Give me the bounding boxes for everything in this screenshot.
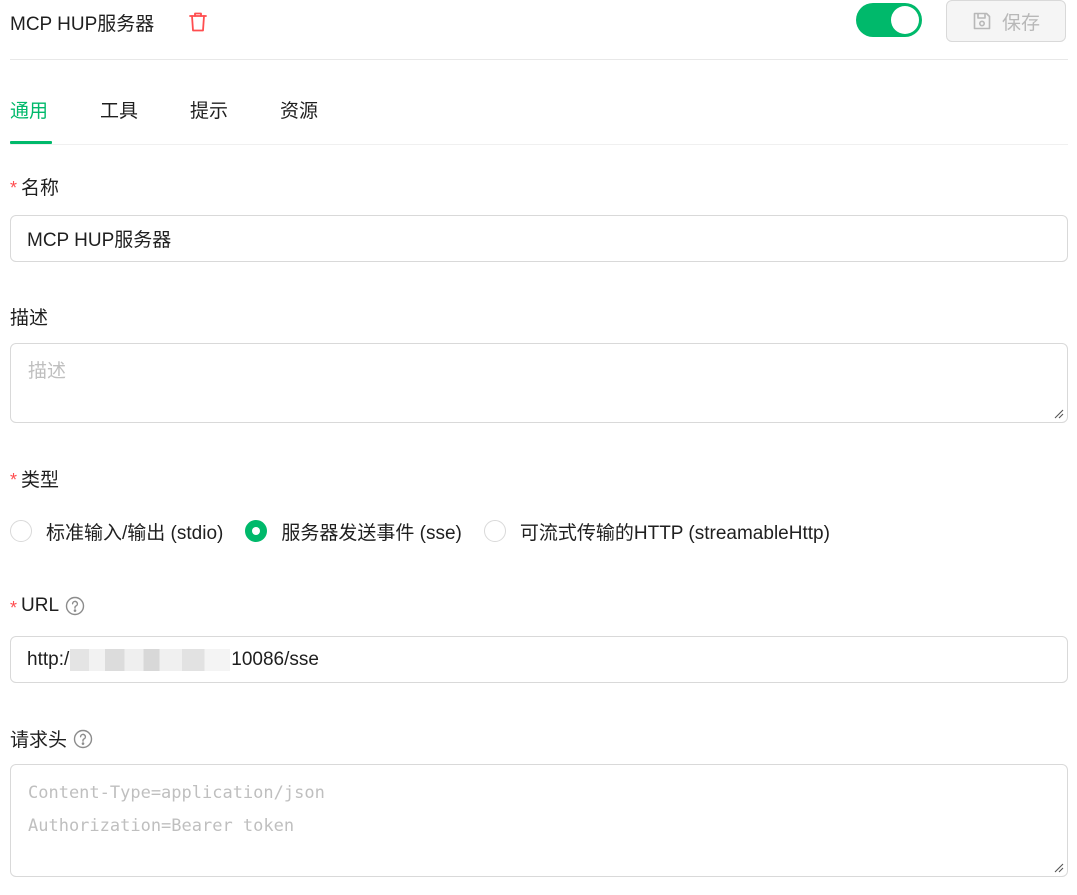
name-label: * 名称 xyxy=(10,178,60,199)
save-label: 保存 xyxy=(1001,12,1040,34)
save-button[interactable]: 保存 xyxy=(946,0,1066,42)
tab-general[interactable]: 通用 xyxy=(10,96,48,123)
radio-circle xyxy=(10,520,32,542)
url-value-suffix: 10086/sse xyxy=(231,648,319,670)
required-mark: * xyxy=(10,470,18,490)
page-header: MCP HUP服务器 保存 xyxy=(10,0,1068,44)
resize-grip-icon[interactable] xyxy=(1053,408,1064,419)
radio-circle xyxy=(483,520,506,542)
required-mark: * xyxy=(10,178,18,198)
url-label: * URL xyxy=(10,595,85,618)
enable-toggle[interactable] xyxy=(856,3,922,37)
radio-streamable-http[interactable]: 可流式传输的HTTP (streamableHttp) xyxy=(483,518,830,545)
redacted-host xyxy=(70,648,231,671)
name-value: MCP HUP服务器 xyxy=(27,230,172,251)
tab-tools[interactable]: 工具 xyxy=(100,96,138,123)
headers-label: 请求头 xyxy=(10,725,93,752)
resize-grip-icon[interactable] xyxy=(1053,862,1064,873)
radio-sse[interactable]: 服务器发送事件 (sse) xyxy=(245,518,462,545)
type-label: * 类型 xyxy=(10,470,60,491)
server-title: MCP HUP服务器 xyxy=(10,14,155,35)
url-input[interactable]: http:/ 10086/sse xyxy=(10,636,1068,683)
type-radio-group: 标准输入/输出 (stdio) 服务器发送事件 (sse) 可流式传输的HTTP… xyxy=(10,516,852,546)
required-mark: * xyxy=(10,597,18,618)
tab-resources[interactable]: 资源 xyxy=(280,96,318,123)
tab-active-indicator xyxy=(10,141,52,144)
save-icon xyxy=(973,12,991,30)
description-label: 描述 xyxy=(10,308,49,329)
tab-prompts[interactable]: 提示 xyxy=(190,96,228,123)
radio-circle-checked xyxy=(245,520,268,542)
headers-textarea[interactable]: Content-Type=application/json Authorizati… xyxy=(10,764,1068,877)
description-placeholder: 描述 xyxy=(28,361,67,382)
tab-bar: 通用 工具 提示 资源 xyxy=(10,96,1068,145)
radio-stdio[interactable]: 标准输入/输出 (stdio) xyxy=(10,518,223,545)
description-textarea[interactable]: 描述 xyxy=(10,343,1068,423)
name-input[interactable]: MCP HUP服务器 xyxy=(10,215,1068,262)
toggle-knob xyxy=(891,6,919,34)
header-divider xyxy=(10,59,1068,60)
question-circle-icon[interactable] xyxy=(65,596,85,616)
headers-placeholder: Content-Type=application/json Authorizati… xyxy=(28,783,325,836)
trash-icon[interactable] xyxy=(188,11,208,33)
url-value-prefix: http:/ xyxy=(27,648,70,670)
question-circle-icon[interactable] xyxy=(73,729,93,749)
